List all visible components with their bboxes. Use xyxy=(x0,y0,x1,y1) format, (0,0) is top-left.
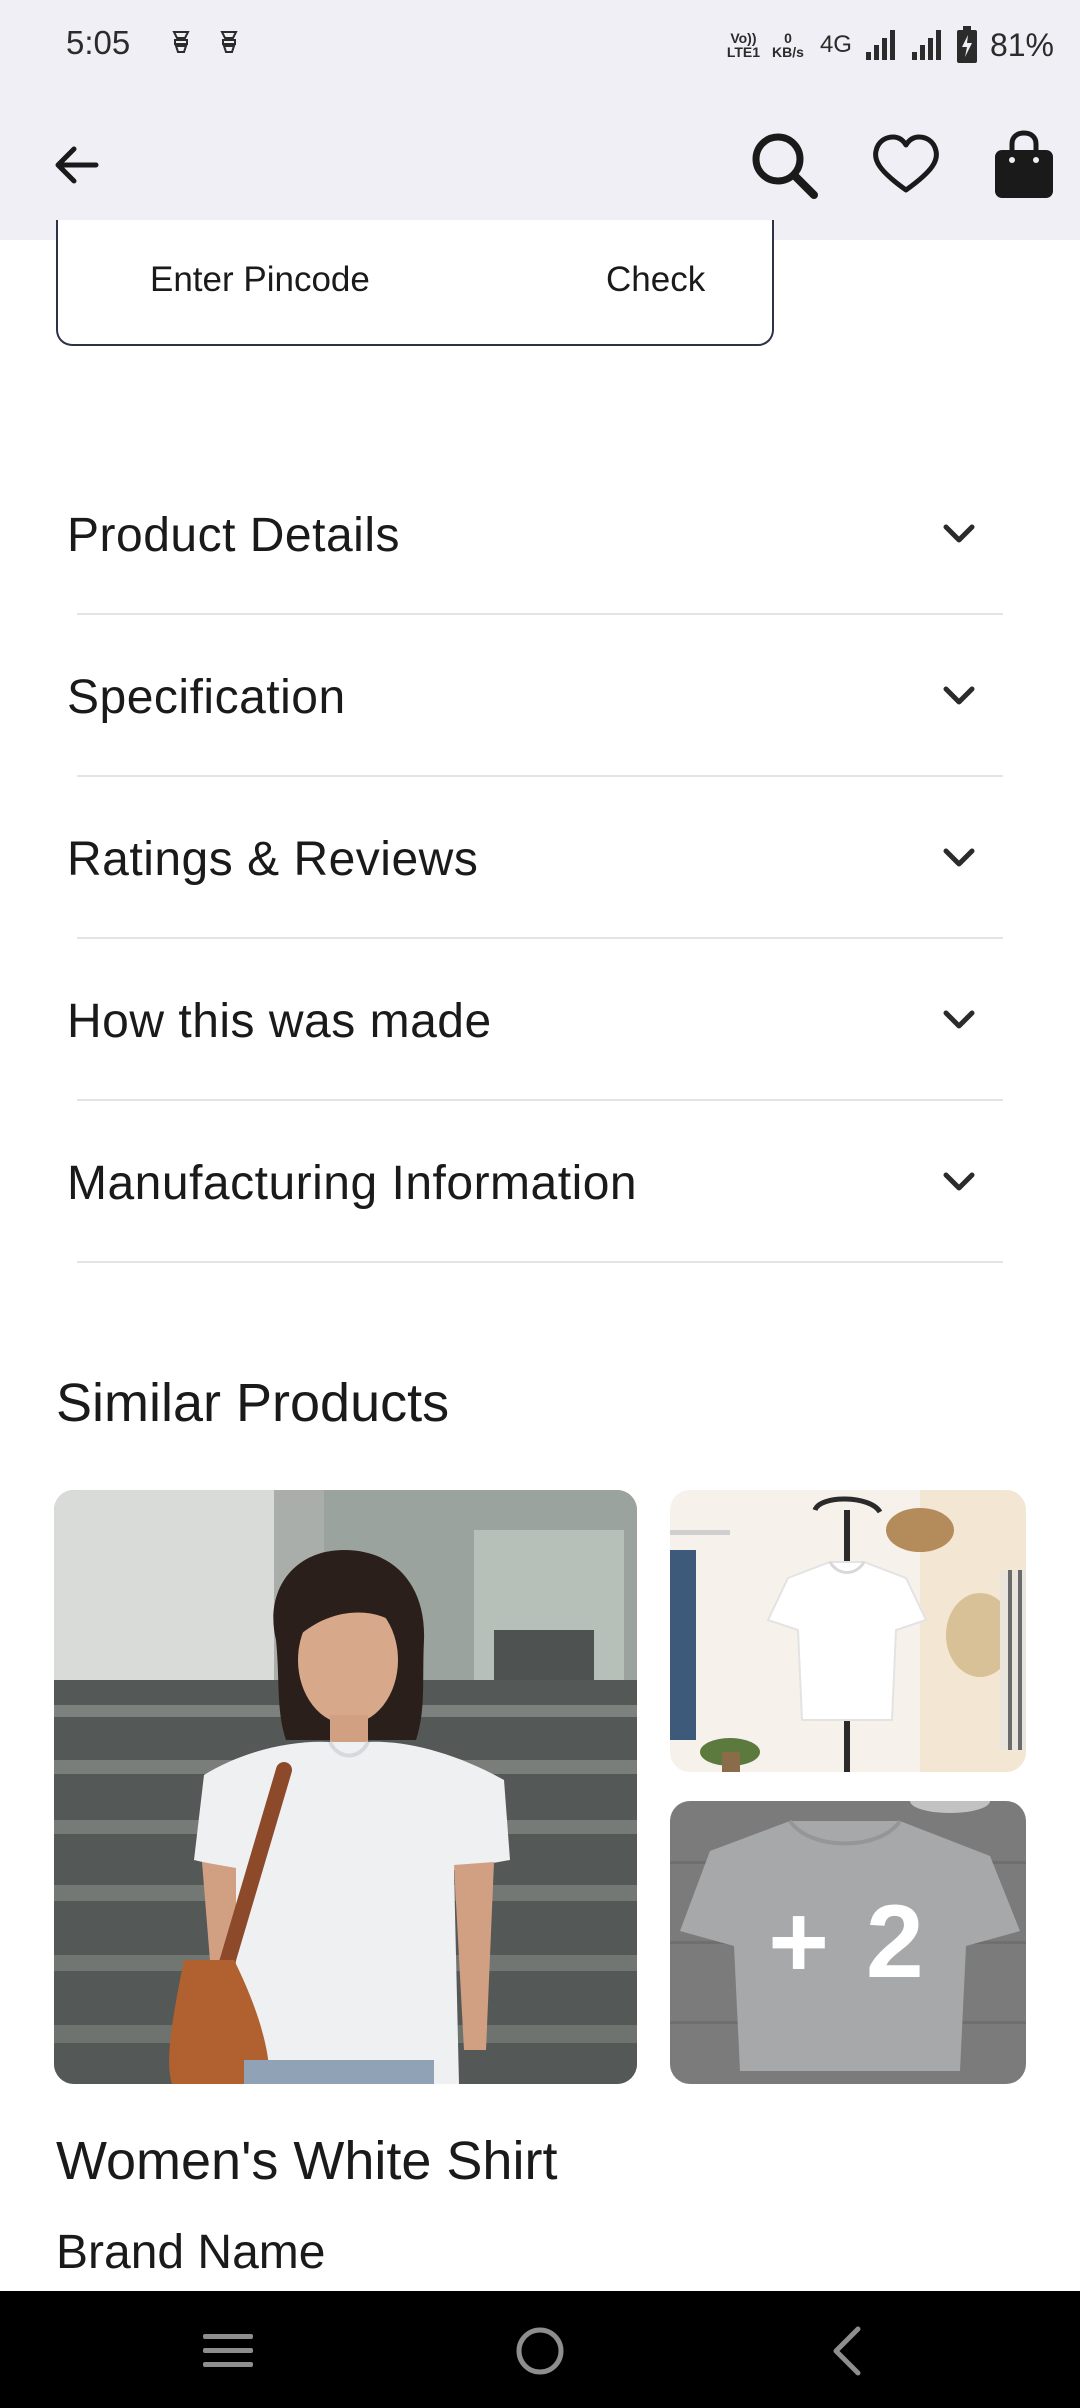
accordion-ratings-reviews[interactable]: Ratings & Reviews xyxy=(0,776,1080,938)
status-indicators: Vo)) LTE1 0 KB/s 4G 81% xyxy=(727,22,1054,68)
status-time: 5:05 xyxy=(66,24,131,61)
network-speed-value: 0 xyxy=(784,30,792,46)
heart-icon xyxy=(873,134,939,193)
accordion-product-details[interactable]: Product Details xyxy=(0,452,1080,614)
chevron-down-icon xyxy=(943,524,975,543)
pincode-input[interactable] xyxy=(150,260,510,300)
shopping-bag-icon xyxy=(995,130,1053,198)
more-images-count: + 2 xyxy=(768,1884,928,2000)
network-type: 4G xyxy=(819,31,852,58)
chevron-down-icon xyxy=(943,1172,975,1191)
signal-icon xyxy=(911,30,941,60)
accordion-label: Product Details xyxy=(67,509,400,562)
system-back-button[interactable] xyxy=(808,2311,888,2391)
system-nav-bar xyxy=(0,2291,1080,2408)
volte-bottom-label: LTE1 xyxy=(726,44,761,60)
product-main-image[interactable] xyxy=(54,1490,637,2084)
battery-icon xyxy=(956,26,977,63)
home-circle-icon xyxy=(516,2327,564,2375)
recent-apps-button[interactable] xyxy=(188,2311,268,2391)
home-button[interactable] xyxy=(500,2311,580,2391)
network-speed-unit: KB/s xyxy=(772,44,804,60)
product-thumb-hanger[interactable] xyxy=(670,1490,1026,1772)
accordion-specification[interactable]: Specification xyxy=(0,614,1080,776)
battery-percentage: 81% xyxy=(989,26,1054,63)
app-bar xyxy=(0,90,1080,240)
volte-top-label: Vo)) xyxy=(730,30,757,46)
chevron-down-icon xyxy=(943,1010,975,1029)
similar-products-title: Similar Products xyxy=(56,1373,450,1433)
back-chevron-icon xyxy=(833,2326,861,2376)
divider xyxy=(77,1261,1003,1263)
pincode-box: Check xyxy=(56,220,774,346)
accordion-label: Manufacturing Information xyxy=(67,1157,638,1210)
wishlist-button[interactable] xyxy=(868,127,944,203)
accordion-label: Ratings & Reviews xyxy=(67,833,479,886)
accordion-manufacturing-info[interactable]: Manufacturing Information xyxy=(0,1100,1080,1262)
notification-icon xyxy=(220,31,238,53)
accordion-how-made[interactable]: How this was made xyxy=(0,938,1080,1100)
woman-white-shirt-photo xyxy=(54,1490,637,2084)
search-button[interactable] xyxy=(746,127,822,203)
volte-indicator: Vo)) LTE1 xyxy=(727,31,760,59)
menu-icon xyxy=(203,2334,253,2367)
product-thumb-more[interactable]: + 2 xyxy=(670,1801,1026,2084)
accordion-label: How this was made xyxy=(67,995,492,1048)
chevron-down-icon xyxy=(943,686,975,705)
back-button[interactable] xyxy=(38,127,114,203)
status-bar: 5:05 Vo)) LTE1 0 KB/s 4G 81% xyxy=(0,0,1080,90)
back-arrow-icon xyxy=(55,146,99,184)
product-title[interactable]: Women's White Shirt xyxy=(56,2130,557,2192)
cart-button[interactable] xyxy=(986,127,1062,203)
tshirt-hanger-photo xyxy=(670,1490,1026,1772)
signal-icon xyxy=(865,30,895,60)
accordion-label: Specification xyxy=(67,671,346,724)
chevron-down-icon xyxy=(943,848,975,867)
product-brand: Brand Name xyxy=(56,2226,326,2279)
search-icon xyxy=(752,133,818,199)
notification-icon xyxy=(172,31,190,53)
network-speed: 0 KB/s xyxy=(772,31,804,59)
check-pincode-button[interactable]: Check xyxy=(606,260,705,300)
